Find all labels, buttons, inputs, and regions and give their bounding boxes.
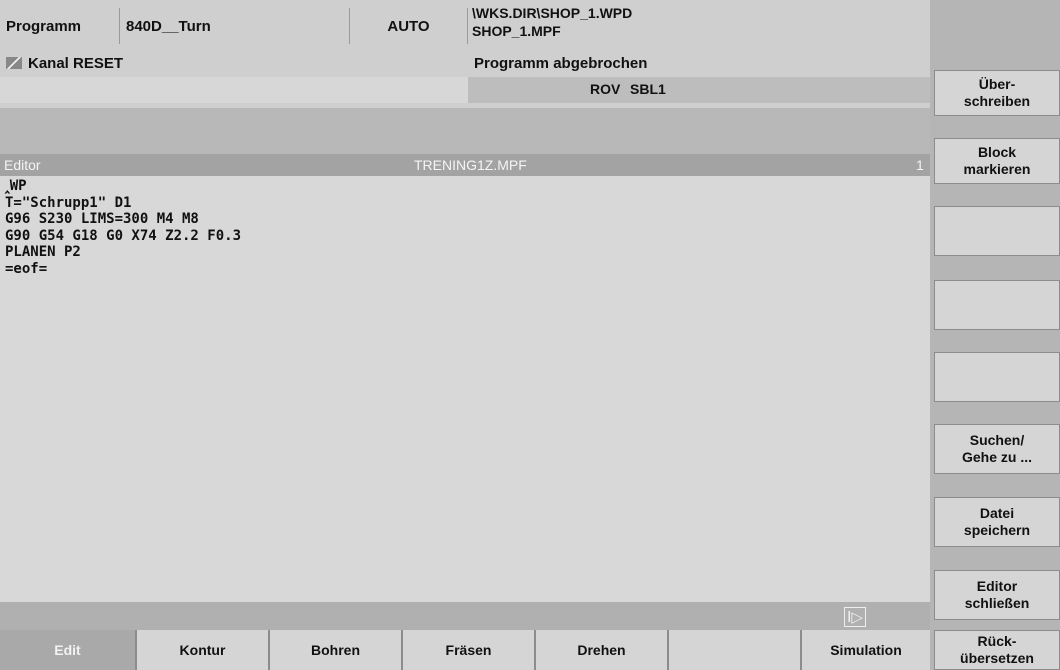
page-indicator-bar: Ⅰ▷ — [0, 602, 930, 630]
page-indicator-icon: Ⅰ▷ — [844, 607, 866, 627]
code-line: G96 S230 LIMS=300 M4 M8 — [5, 211, 199, 227]
softkey-empty-3[interactable] — [934, 206, 1060, 256]
flags-bar: ROV SBL1 — [468, 77, 930, 103]
softkey-block-markieren[interactable]: Block markieren — [934, 138, 1060, 184]
flag-sbl1: SBL1 — [630, 81, 666, 97]
softkey-kontur[interactable]: Kontur — [137, 630, 270, 670]
horizontal-softkeys: Edit Kontur Bohren Fräsen Drehen Simulat… — [0, 630, 930, 670]
flag-rov: ROV — [590, 81, 621, 97]
code-line: G90 G54 G18 G0 X74 Z2.2 F0.3 — [5, 227, 242, 244]
editor-filename: TRENING1Z.MPF — [414, 157, 527, 173]
status-header: Programm 840D__Turn AUTO \WKS.DIR\SHOP_1… — [0, 0, 930, 108]
softkey-drehen[interactable]: Drehen — [536, 630, 669, 670]
mode-label: Programm — [0, 8, 120, 44]
softkey-empty-4[interactable] — [934, 280, 1060, 330]
program-path: \WKS.DIR\SHOP_1.WPD SHOP_1.MPF — [472, 4, 802, 46]
left-blank-status — [0, 77, 468, 103]
path-line-1: \WKS.DIR\SHOP_1.WPD — [472, 5, 633, 21]
separator-band — [0, 108, 930, 154]
code-line: =eof= — [5, 260, 48, 277]
softkey-ueberschreiben[interactable]: Über- schreiben — [934, 70, 1060, 116]
softkey-simulation[interactable]: Simulation — [802, 630, 930, 670]
softkey-edit[interactable]: Edit — [0, 630, 137, 670]
channel-status: Kanal RESET — [0, 50, 468, 76]
softkey-empty-5[interactable] — [934, 352, 1060, 402]
program-status: Programm abgebrochen — [474, 54, 648, 72]
channel-status-text: Kanal RESET — [28, 54, 124, 72]
softkey-bohren[interactable]: Bohren — [270, 630, 403, 670]
code-line: PLANEN P2 — [5, 244, 81, 260]
code-line: T="Schrupp1" D1 — [5, 194, 132, 211]
vertical-softkey-panel: Über- schreiben Block markieren Suchen/ … — [930, 0, 1060, 670]
code-line: ‸WP — [5, 178, 27, 194]
editor-title-bar: Editor TRENING1Z.MPF 1 — [0, 154, 930, 176]
softkey-datei-speichern[interactable]: Datei speichern — [934, 497, 1060, 547]
reset-icon — [6, 57, 22, 69]
editor-text-area[interactable]: ‸WP T="Schrupp1" D1 G96 S230 LIMS=300 M4… — [0, 176, 930, 602]
softkey-fraesen[interactable]: Fräsen — [403, 630, 536, 670]
softkey-rueckuebersetzen[interactable]: Rück- übersetzen — [934, 630, 1060, 670]
editor-counter: 1 — [916, 157, 924, 173]
editor-label: Editor — [4, 157, 41, 173]
softkey-empty[interactable] — [669, 630, 802, 670]
path-line-2: SHOP_1.MPF — [472, 23, 561, 39]
machine-name: 840D__Turn — [120, 8, 350, 44]
softkey-suchen[interactable]: Suchen/ Gehe zu ... — [934, 424, 1060, 474]
softkey-editor-schliessen[interactable]: Editor schließen — [934, 570, 1060, 620]
operating-mode: AUTO — [350, 8, 468, 44]
